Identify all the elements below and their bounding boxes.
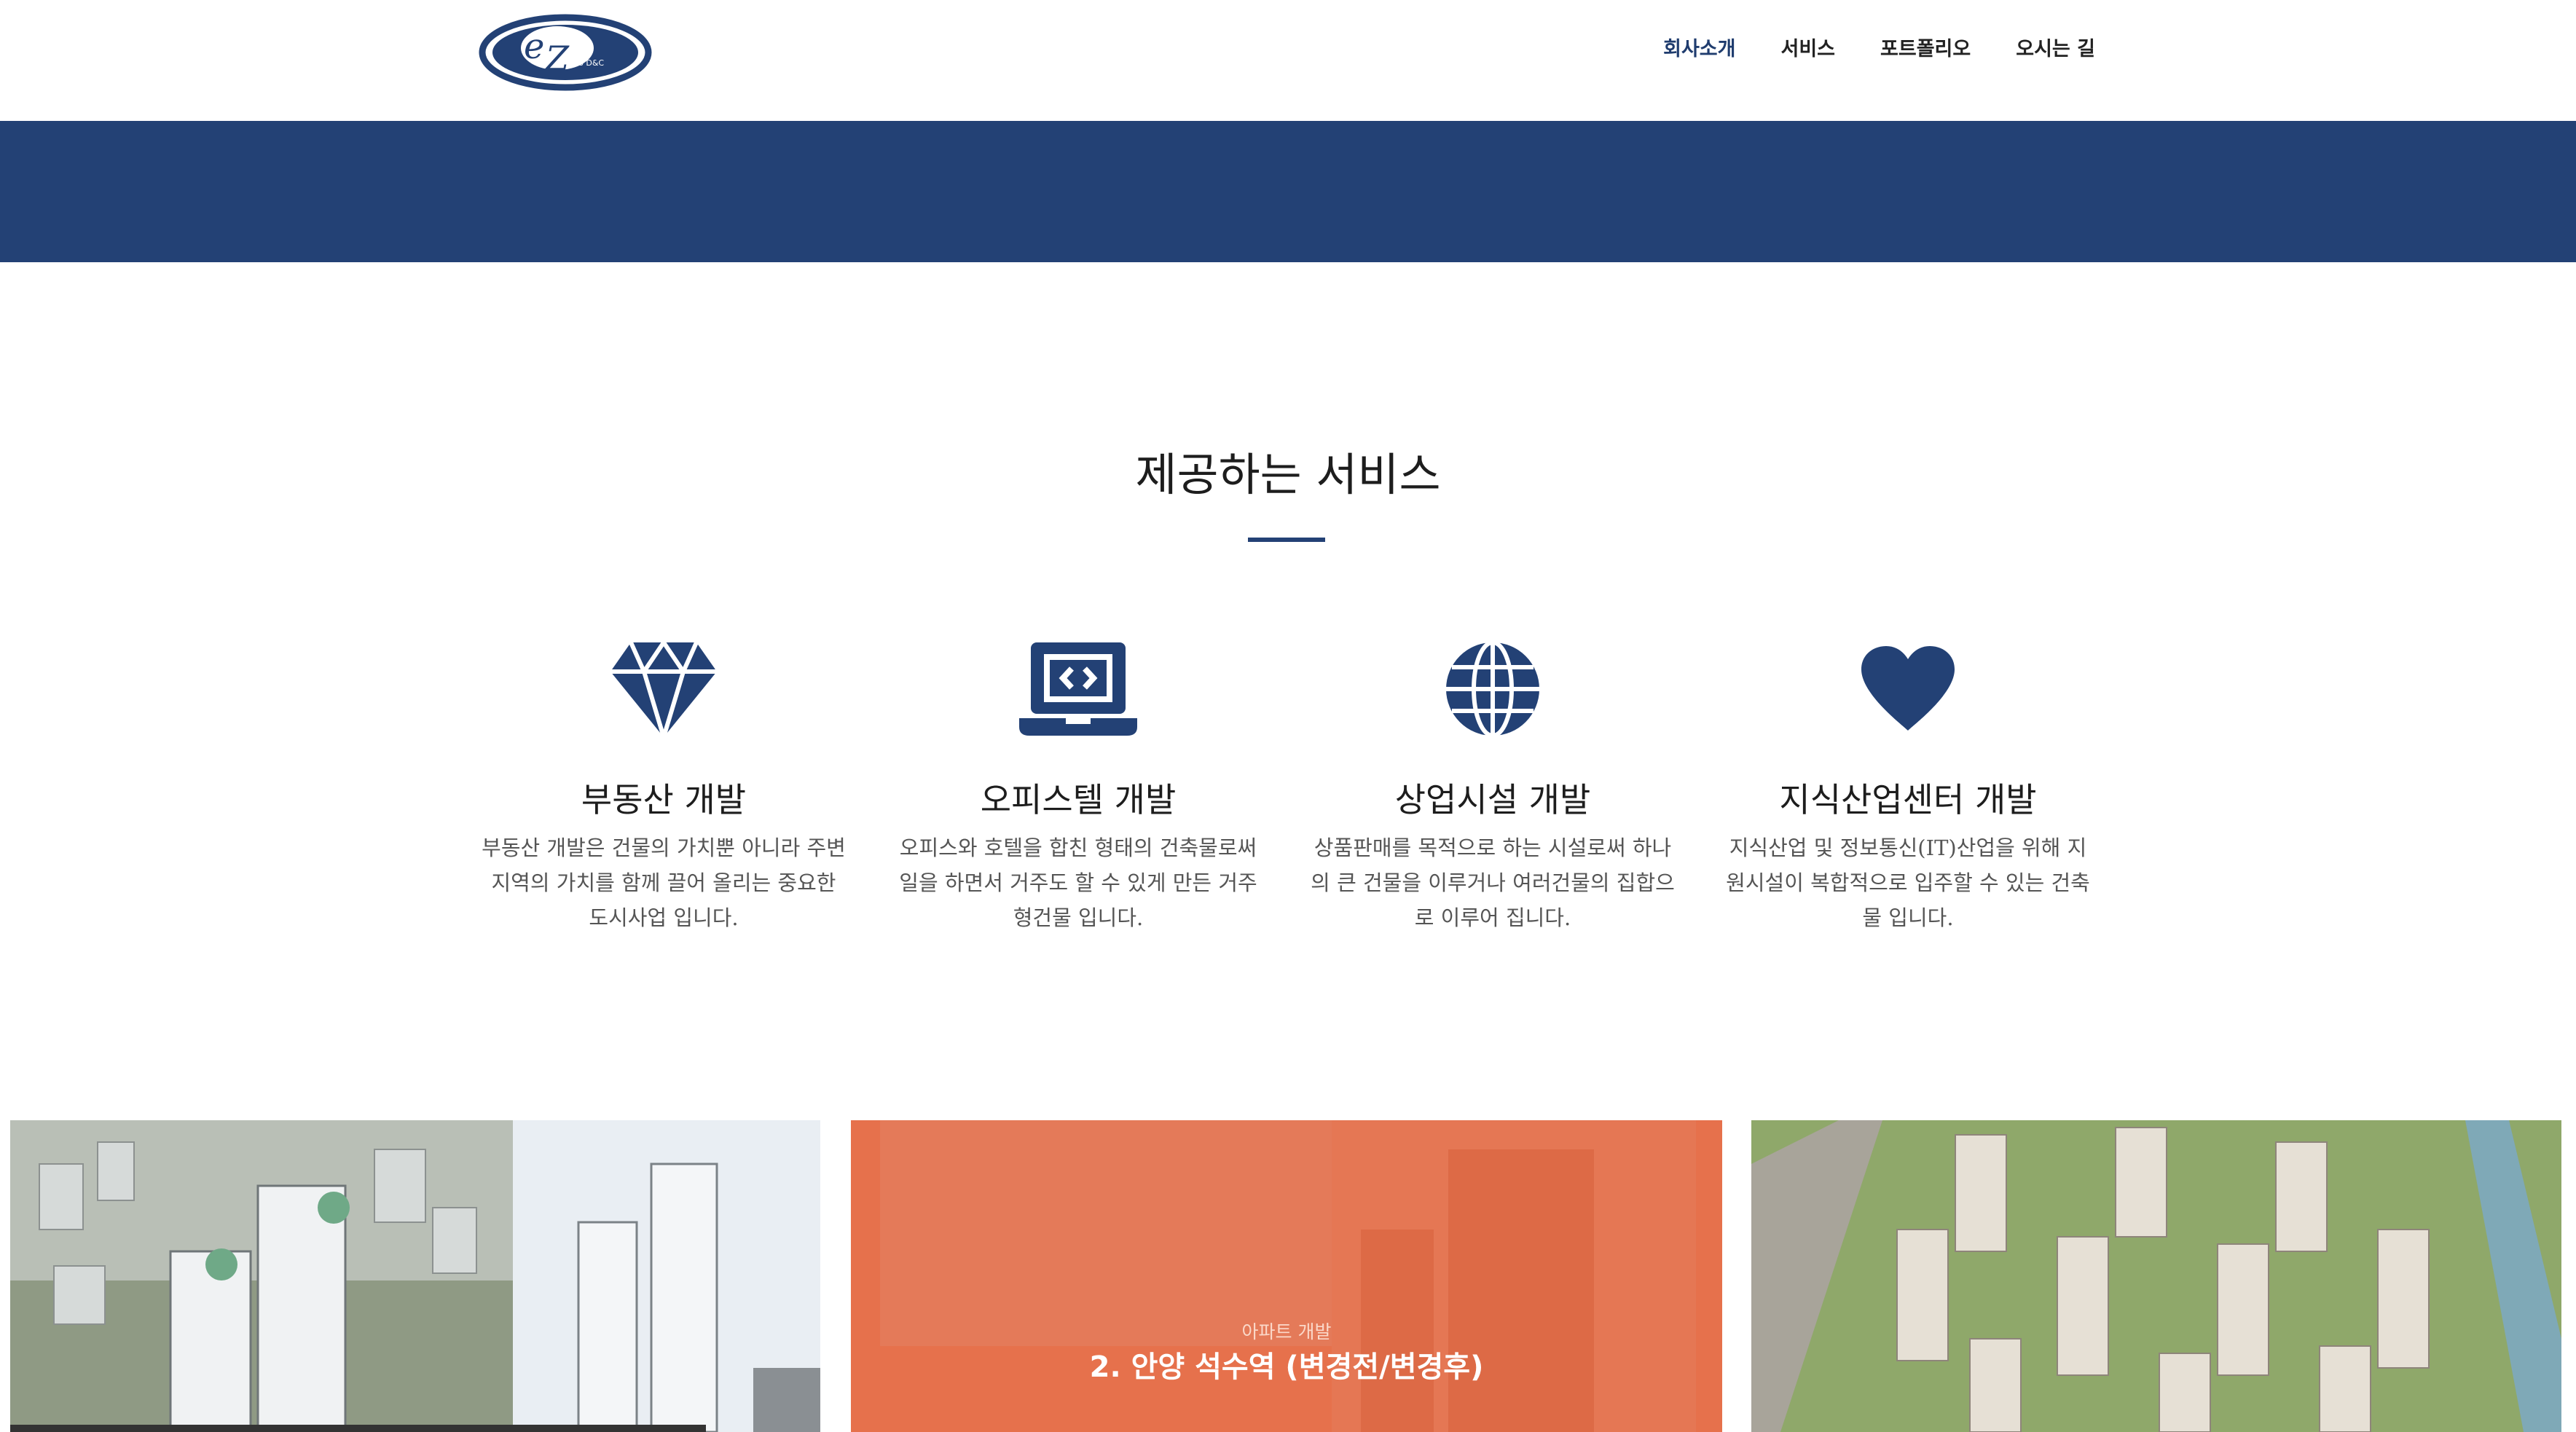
service-title: 부동산 개발 bbox=[581, 780, 747, 819]
portfolio-tile-3[interactable] bbox=[1751, 1120, 2561, 1432]
globe-icon bbox=[1305, 638, 1680, 740]
company-logo[interactable]: e Z Ro D&C bbox=[479, 13, 652, 92]
diamond-icon bbox=[476, 638, 851, 740]
portfolio-category: 아파트 개발 bbox=[1241, 1321, 1332, 1342]
nav-item-about[interactable]: 회사소개 bbox=[1663, 35, 1735, 64]
nav-item-services[interactable]: 서비스 bbox=[1781, 35, 1836, 64]
service-description: 오피스와 호텔을 합친 형태의 건축물로써 일을 하면서 거주도 할 수 있게 … bbox=[899, 835, 1257, 930]
service-title: 지식산업센터 개발 bbox=[1779, 780, 2037, 819]
service-description: 지식산업 및 정보통신(IT)산업을 위해 지 원시설이 복합적으로 입주할 수… bbox=[1726, 835, 2090, 930]
service-description: 부동산 개발은 건물의 가치뿐 아니라 주변 지역의 가치를 함께 끌어 올리는… bbox=[482, 835, 846, 930]
nav-item-portfolio[interactable]: 포트폴리오 bbox=[1880, 35, 1971, 64]
hero-banner bbox=[0, 121, 2576, 262]
portfolio-tile-featured[interactable]: 아파트 개발 2. 안양 석수역 (변경전/변경후) bbox=[851, 1120, 1722, 1432]
portfolio-title[interactable]: 2. 안양 석수역 (변경전/변경후) bbox=[851, 1348, 1722, 1387]
service-officetel: 오피스텔 개발 오피스와 호텔을 합친 형태의 건축물로써 일을 하면서 거주도… bbox=[891, 638, 1265, 935]
portfolio-tile-1[interactable] bbox=[10, 1120, 820, 1432]
services-heading: 제공하는 서비스 bbox=[1135, 448, 1441, 501]
service-commercial: 상업시설 개발 상품판매를 목적으로 하는 시설로써 하나 의 큰 건물을 이루… bbox=[1305, 638, 1680, 935]
heading-underline bbox=[1248, 538, 1325, 542]
main-nav: 회사소개 서비스 포트폴리오 오시는 길 bbox=[1618, 35, 2095, 64]
svg-text:e: e bbox=[524, 26, 544, 67]
service-knowledge-center: 지식산업센터 개발 지식산업 및 정보통신(IT)산업을 위해 지 원시설이 복… bbox=[1721, 638, 2095, 935]
service-title: 오피스텔 개발 bbox=[980, 780, 1177, 819]
site-header: e Z Ro D&C 회사소개 서비스 포트폴리오 오시는 길 bbox=[0, 0, 2576, 121]
portfolio-image-towers bbox=[10, 1120, 820, 1432]
heart-icon bbox=[1721, 638, 2095, 740]
portfolio-image-complex bbox=[1751, 1120, 2561, 1432]
tile-caption-bar bbox=[10, 1425, 706, 1432]
service-title: 상업시설 개발 bbox=[1394, 780, 1591, 819]
svg-text:Ro D&C: Ro D&C bbox=[573, 58, 604, 68]
service-description: 상품판매를 목적으로 하는 시설로써 하나 의 큰 건물을 이루거나 여러건물의… bbox=[1311, 835, 1675, 930]
service-real-estate: 부동산 개발 부동산 개발은 건물의 가치뿐 아니라 주변 지역의 가치를 함께… bbox=[476, 638, 851, 935]
laptop-code-icon bbox=[891, 638, 1265, 740]
nav-item-directions[interactable]: 오시는 길 bbox=[2016, 35, 2095, 64]
svg-text:Z: Z bbox=[544, 39, 570, 78]
